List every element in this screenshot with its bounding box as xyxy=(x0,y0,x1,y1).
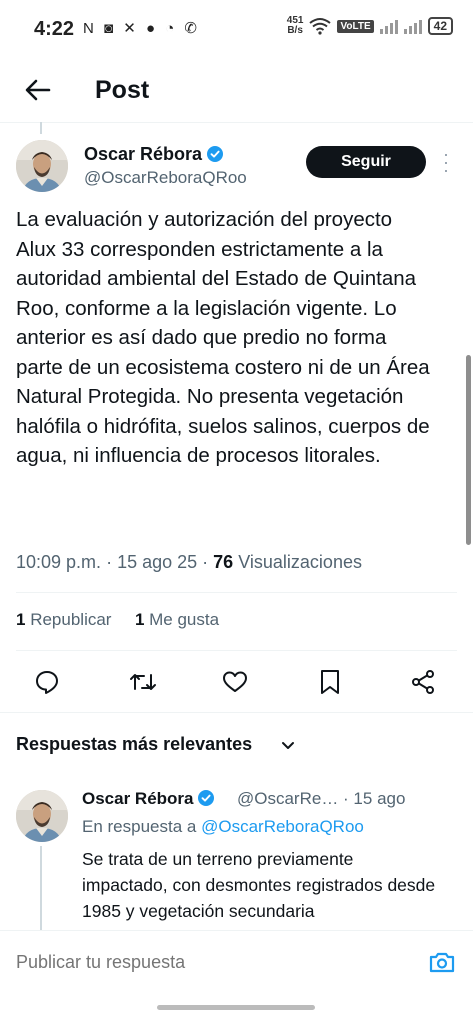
notification-icons: N ◙ ✕ ● ◔ ✆ xyxy=(83,20,200,37)
status-bar: 4:22 N ◙ ✕ ● ◔ ✆ 451 B/s VoLTE 42 xyxy=(0,0,473,60)
author-name[interactable]: Oscar Rébora xyxy=(84,144,224,165)
battery-icon: 42 xyxy=(427,17,453,35)
status-time: 4:22 xyxy=(34,18,75,40)
signal-icon xyxy=(379,18,398,34)
system-status: 451 B/s VoLTE 42 xyxy=(287,16,453,36)
share-icon xyxy=(412,670,434,694)
tweet-date[interactable]: 15 ago 25 xyxy=(117,552,197,572)
reply-composer xyxy=(0,930,473,1025)
reply-to-link[interactable]: @OscarReboraQRoo xyxy=(201,817,364,836)
reply-avatar[interactable] xyxy=(16,790,68,842)
page-title: Post xyxy=(95,76,150,104)
reply-thread-line xyxy=(40,846,42,936)
more-options-icon[interactable]: · · · xyxy=(440,145,452,179)
reply-icon xyxy=(36,671,58,694)
wifi-icon xyxy=(309,18,332,35)
header-divider xyxy=(0,122,473,123)
thread-line-top xyxy=(40,122,42,134)
divider-2 xyxy=(16,650,457,651)
reply-handle-time: @OscarRe… · 15 ago xyxy=(237,789,406,808)
action-bar xyxy=(0,664,473,700)
heart-icon xyxy=(223,671,247,692)
net-speed-unit: B/s xyxy=(287,25,303,36)
author-avatar[interactable] xyxy=(16,140,68,192)
tweet-meta: 10:09 p.m. · 15 ago 25 · 76 Visualizacio… xyxy=(16,552,362,573)
back-arrow-icon[interactable] xyxy=(22,74,54,106)
net-speed: 451 B/s xyxy=(287,16,304,36)
repost-button[interactable] xyxy=(125,664,161,700)
reply-input[interactable] xyxy=(16,952,416,973)
likes-count: 1 xyxy=(134,610,145,629)
bookmark-button[interactable] xyxy=(312,664,348,700)
reply-button[interactable] xyxy=(29,664,65,700)
reply-text: Se trata de un terreno previamente impac… xyxy=(82,849,436,921)
tweet-time[interactable]: 10:09 p.m. xyxy=(16,552,101,572)
engagement-counts: 1 Republicar 1 Me gusta xyxy=(16,610,219,630)
reposts-link[interactable]: 1 Republicar xyxy=(16,610,111,629)
reply-context: En respuesta a @OscarReboraQRoo xyxy=(82,817,364,837)
reposts-count: 1 xyxy=(16,610,26,629)
reposts-label: Republicar xyxy=(30,610,112,629)
replies-sort-dropdown[interactable]: Respuestas más relevantes xyxy=(16,734,252,755)
volte-badge: VoLTE xyxy=(337,19,374,33)
author-name-text: Oscar Rébora xyxy=(84,144,203,164)
reply-avatar-image xyxy=(16,790,68,842)
repost-icon xyxy=(130,674,156,690)
share-button[interactable] xyxy=(405,664,441,700)
likes-link[interactable]: 1 Me gusta xyxy=(135,610,219,629)
views-label: Visualizaciones xyxy=(238,552,362,572)
signal-2-icon xyxy=(403,18,422,34)
author-handle[interactable]: @OscarReboraQRoo xyxy=(84,168,247,188)
divider-3 xyxy=(0,712,473,713)
divider xyxy=(16,592,457,593)
meta-separator: · xyxy=(106,552,118,572)
camera-icon[interactable] xyxy=(428,948,456,976)
views-count: 76 xyxy=(213,552,234,572)
gesture-bar[interactable] xyxy=(157,1005,315,1010)
avatar-image xyxy=(16,140,68,192)
tweet-text: La evaluación y autorización del proyect… xyxy=(16,208,430,467)
chevron-down-icon[interactable] xyxy=(280,737,296,753)
reply-verified-badge-icon xyxy=(198,790,215,806)
follow-button[interactable]: Seguir xyxy=(306,146,426,178)
like-button[interactable] xyxy=(217,664,253,700)
reply-author-name[interactable]: Oscar Rébora xyxy=(82,789,215,809)
scrollbar[interactable] xyxy=(466,355,471,545)
reply-prefix: En respuesta a xyxy=(82,817,197,836)
likes-label: Me gusta xyxy=(149,610,220,629)
meta-separator-2: · xyxy=(202,552,214,572)
reply-author-name-text: Oscar Rébora xyxy=(82,789,194,808)
bookmark-icon xyxy=(321,670,339,694)
verified-badge-icon xyxy=(207,146,224,162)
